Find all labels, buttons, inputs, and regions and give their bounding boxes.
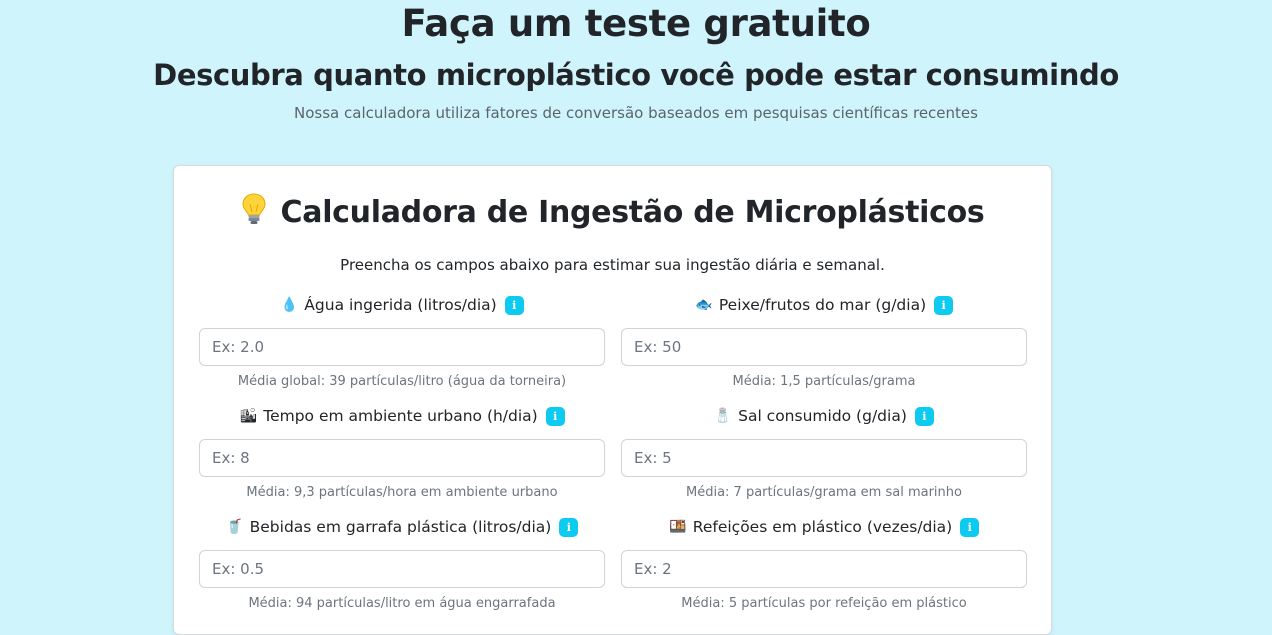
cup-with-straw-icon: 🥤	[225, 519, 244, 535]
field-bottled-drinks: 🥤 Bebidas em garrafa plástica (litros/di…	[199, 515, 605, 611]
calculator-intro: Preencha os campos abaixo para estimar s…	[340, 256, 885, 274]
field-label: Peixe/frutos do mar (g/dia)	[718, 296, 927, 314]
info-icon[interactable]: i	[559, 517, 579, 537]
field-hint: Média global: 39 partículas/litro (água …	[237, 374, 567, 389]
field-label: Água ingerida (litros/dia)	[304, 296, 497, 314]
water-input[interactable]	[199, 328, 605, 366]
info-icon[interactable]: i	[960, 517, 980, 537]
city-icon: 🏙	[239, 408, 258, 424]
bento-box-icon: 🍱	[669, 519, 687, 535]
droplet-icon: 💧	[280, 297, 299, 313]
seafood-input[interactable]	[621, 328, 1027, 366]
bottled-drinks-input[interactable]	[199, 550, 605, 588]
calculator-title-text: Calculadora de Ingestão de Microplástico…	[280, 195, 985, 230]
field-seafood: 🐟 Peixe/frutos do mar (g/dia) i Média: 1…	[621, 293, 1027, 389]
field-hint: Média: 1,5 partículas/grama	[732, 374, 916, 389]
urban-time-input[interactable]	[199, 439, 605, 477]
calculator-card: Calculadora de Ingestão de Microplástico…	[173, 165, 1052, 635]
info-icon[interactable]: i	[914, 406, 934, 426]
calculator-title: Calculadora de Ingestão de Microplástico…	[174, 192, 1051, 230]
lightbulb-icon	[241, 192, 267, 226]
field-water: 💧 Água ingerida (litros/dia) i Média glo…	[199, 293, 605, 389]
fish-icon: 🐟	[695, 297, 713, 313]
field-hint: Média: 5 partículas por refeição em plás…	[681, 596, 967, 611]
salt-input[interactable]	[621, 439, 1027, 477]
field-urban-time: 🏙 Tempo em ambiente urbano (h/dia) i Méd…	[199, 404, 605, 500]
field-plastic-meals: 🍱 Refeições em plástico (vezes/dia) i Mé…	[621, 515, 1027, 611]
plastic-meals-input[interactable]	[621, 550, 1027, 588]
page-title: Faça um teste gratuito	[401, 2, 871, 45]
field-label: Tempo em ambiente urbano (h/dia)	[263, 407, 538, 425]
field-label: Refeições em plástico (vezes/dia)	[692, 518, 953, 536]
page-subtitle: Descubra quanto microplástico você pode …	[153, 58, 1119, 92]
salt-shaker-icon: 🧂	[714, 408, 732, 424]
info-icon[interactable]: i	[545, 406, 565, 426]
field-label: Sal consumido (g/dia)	[738, 407, 907, 425]
field-hint: Média: 7 partículas/grama em sal marinho	[686, 485, 962, 500]
field-salt: 🧂 Sal consumido (g/dia) i Média: 7 partí…	[621, 404, 1027, 500]
field-hint: Média: 94 partículas/litro em água engar…	[248, 596, 556, 611]
info-icon[interactable]: i	[934, 295, 954, 315]
field-hint: Média: 9,3 partículas/hora em ambiente u…	[246, 485, 558, 500]
info-icon[interactable]: i	[504, 295, 524, 315]
page-lead: Nossa calculadora utiliza fatores de con…	[294, 104, 978, 122]
field-label: Bebidas em garrafa plástica (litros/dia)	[249, 518, 552, 536]
